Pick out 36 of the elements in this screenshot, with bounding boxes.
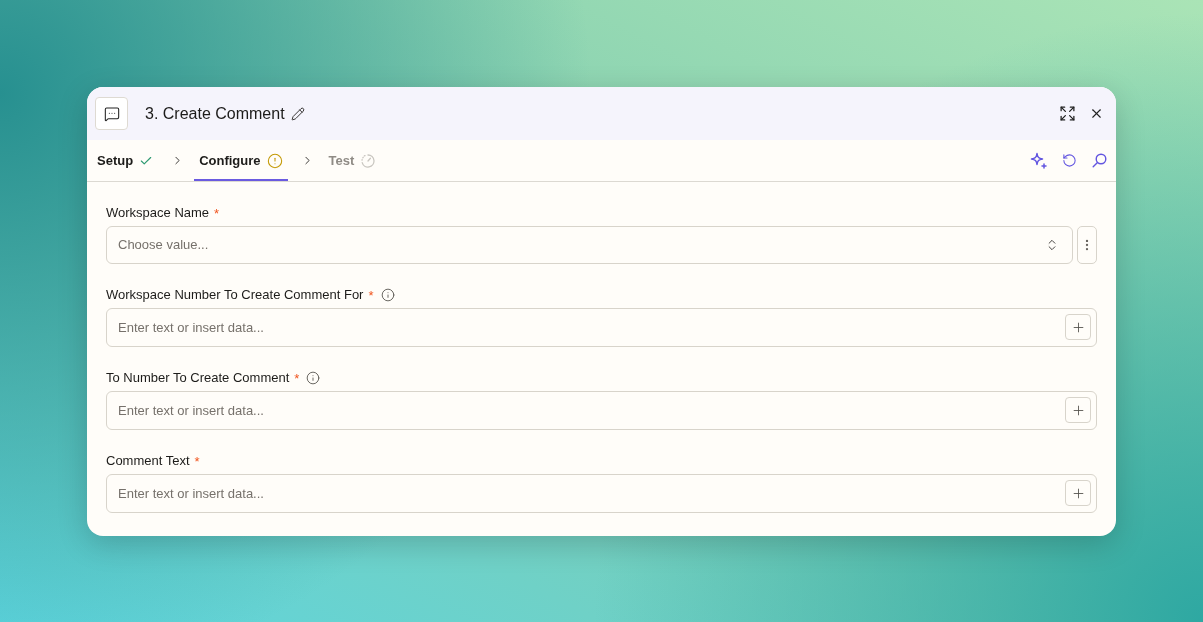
field-label: Comment Text	[106, 452, 190, 471]
step-tab[interactable]: Setup	[92, 140, 159, 181]
plus-icon	[1070, 402, 1086, 418]
sparkle-icon	[1030, 152, 1047, 169]
ai-sparkle-button[interactable]	[1030, 152, 1047, 169]
insert-data-button[interactable]	[1065, 480, 1091, 506]
info-icon[interactable]	[380, 288, 395, 302]
required-asterisk: *	[214, 206, 220, 220]
required-asterisk: *	[294, 371, 300, 385]
pencil-icon	[290, 106, 305, 121]
close-button[interactable]	[1089, 106, 1104, 121]
text-input-field[interactable]: Enter text or insert data...	[106, 308, 1097, 347]
dropdown-field[interactable]: Choose value...	[106, 226, 1073, 264]
field-label: Workspace Name	[106, 204, 210, 223]
required-asterisk: *	[194, 454, 200, 468]
expand-icon	[1059, 105, 1076, 122]
step-tab[interactable]: Configure	[194, 140, 288, 181]
expand-button[interactable]	[1059, 105, 1076, 122]
text-input-field[interactable]: Enter text or insert data...	[106, 474, 1097, 513]
info-icon[interactable]	[306, 371, 321, 385]
rename-button[interactable]	[290, 106, 305, 121]
insert-data-button[interactable]	[1065, 397, 1091, 423]
plus-icon	[1070, 319, 1086, 335]
field-label: To Number To Create Comment	[106, 369, 290, 388]
chat-bubble-icon	[95, 97, 128, 130]
undo-icon	[1062, 153, 1077, 168]
text-input-field[interactable]: Enter text or insert data...	[106, 391, 1097, 430]
close-icon	[1089, 106, 1104, 121]
search-icon	[1092, 153, 1107, 168]
dialog-title: 3. Create Comment	[145, 103, 285, 124]
undo-button[interactable]	[1062, 153, 1077, 168]
insert-data-button[interactable]	[1065, 314, 1091, 340]
plus-icon	[1070, 485, 1086, 501]
required-asterisk: *	[368, 288, 374, 302]
search-button[interactable]	[1092, 153, 1107, 168]
field-label: Workspace Number To Create Comment For	[106, 286, 364, 305]
